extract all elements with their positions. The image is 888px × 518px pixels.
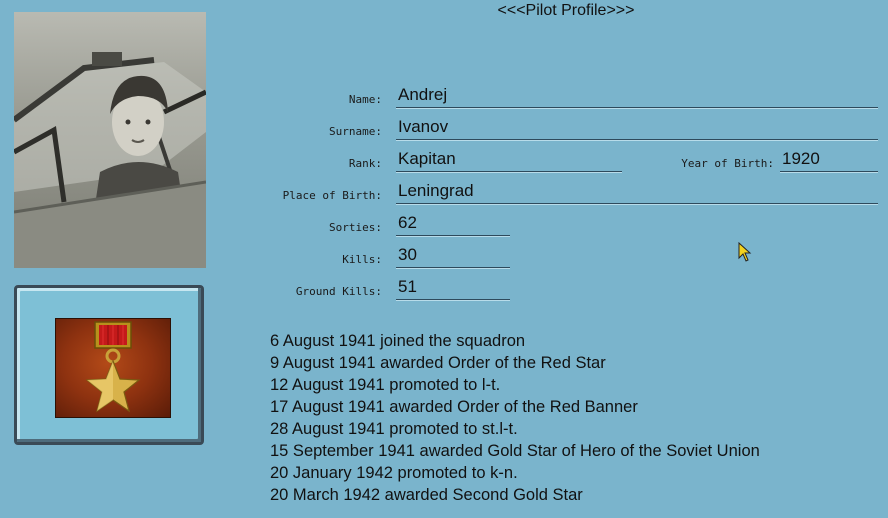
history-entry: 20 January 1942 promoted to k-n. [270, 464, 518, 482]
page-title: <<<Pilot Profile>>> [497, 2, 635, 19]
history-entry: 15 September 1941 awarded Gold Star of H… [270, 442, 760, 460]
history-entry: 17 August 1941 awarded Order of the Red … [270, 398, 638, 416]
pilot-photo-image [14, 12, 206, 268]
service-history: 6 August 1941 joined the squadron 9 Augu… [270, 330, 870, 506]
place-of-birth-field: Leningrad [396, 180, 878, 204]
place-of-birth-label: Place of Birth: [282, 189, 382, 202]
rank-label: Rank: [348, 157, 382, 170]
kills-label: Kills: [342, 253, 382, 266]
history-entry: 9 August 1941 awarded Order of the Red S… [270, 354, 606, 372]
surname-label: Surname: [329, 125, 382, 138]
ground-kills-label: Ground Kills: [295, 285, 382, 298]
gold-star-medal-icon [55, 318, 171, 418]
history-entry: 28 August 1941 promoted to st.l-t. [270, 420, 518, 438]
year-of-birth-label: Year of Birth: [681, 157, 774, 170]
name-field: Andrej [396, 84, 878, 108]
year-of-birth-field: 1920 [780, 148, 878, 172]
history-entry: 12 August 1941 promoted to l-t. [270, 376, 501, 394]
ground-kills-field: 51 [396, 276, 510, 300]
history-entry: 6 August 1941 joined the squadron [270, 332, 526, 350]
rank-field: Kapitan [396, 148, 622, 172]
surname-field: Ivanov [396, 116, 878, 140]
sorties-label: Sorties: [329, 221, 382, 234]
kills-field: 30 [396, 244, 510, 268]
history-entry: 20 March 1942 awarded Second Gold Star [270, 486, 583, 504]
mouse-cursor-icon [738, 241, 752, 267]
pilot-photo [14, 12, 206, 268]
medal-frame [14, 285, 204, 445]
sorties-field: 62 [396, 212, 510, 236]
name-label: Name: [348, 93, 382, 106]
